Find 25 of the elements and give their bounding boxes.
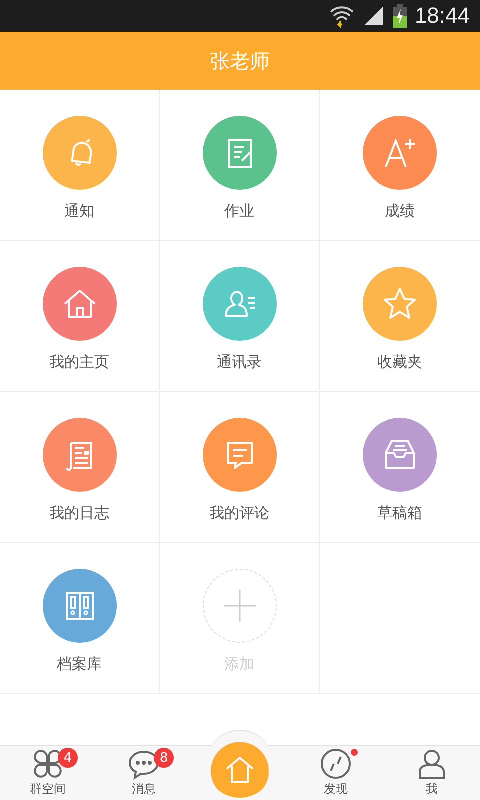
count-badge: 4 — [58, 748, 78, 768]
nav-tab[interactable]: 我 — [384, 746, 480, 800]
add-icon[interactable] — [202, 569, 276, 643]
tile-label[interactable]: 通讯录 — [217, 353, 262, 372]
compass-icon — [320, 748, 352, 780]
chat-bubble-icon — [128, 748, 160, 780]
signal-icon — [362, 5, 385, 27]
tile-label[interactable]: 通知 — [64, 202, 94, 221]
status-time: 18:44 — [414, 3, 470, 29]
battery-charging-icon — [392, 4, 407, 28]
tile-label[interactable]: 成绩 — [385, 202, 415, 221]
tile-label[interactable]: 我的主页 — [50, 353, 110, 372]
nav-tab[interactable]: 群空间 4 — [0, 746, 96, 800]
tile-label[interactable]: 草稿箱 — [378, 504, 422, 523]
tile-label[interactable]: 档案库 — [57, 655, 102, 674]
nav-tab[interactable]: 消息 8 — [96, 746, 192, 800]
tile-label[interactable]: 我的评论 — [210, 504, 270, 523]
person-icon — [416, 748, 448, 780]
clover-icon — [32, 748, 64, 780]
count-badge: 8 — [154, 748, 174, 768]
tile-label[interactable]: 作业 — [224, 202, 254, 221]
page-title: 张老师 — [210, 48, 270, 74]
nav-tab[interactable]: 发现 — [288, 746, 384, 800]
tile-label[interactable]: 收藏夹 — [378, 353, 422, 372]
tile-label[interactable]: 我的日志 — [50, 504, 110, 523]
